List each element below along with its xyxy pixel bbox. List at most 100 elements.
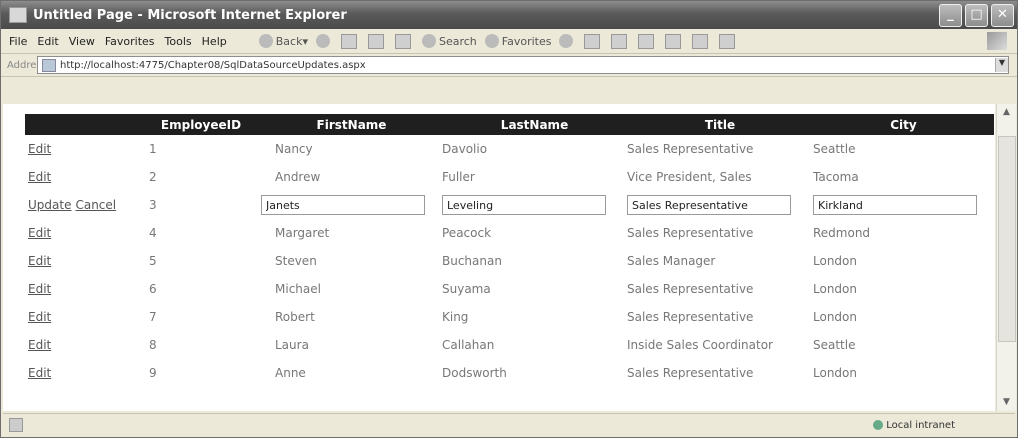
employeeid-cell: 5 [149, 254, 157, 268]
lastname-cell: King [442, 310, 469, 324]
discuss-button[interactable] [692, 33, 711, 49]
ie-page-icon [9, 7, 27, 23]
menu-view[interactable]: View [69, 35, 95, 48]
header-city: City [813, 114, 994, 135]
scroll-up-icon[interactable]: ▲ [997, 104, 1016, 121]
employeeid-cell: 9 [149, 366, 157, 380]
title-cell: Sales Representative [627, 366, 754, 380]
table-row: Edit 1 Nancy Davolio Sales Representativ… [25, 135, 994, 163]
edit-link[interactable]: Edit [28, 282, 51, 296]
employeeid-cell: 2 [149, 170, 157, 184]
firstname-cell: Andrew [275, 170, 321, 184]
edit-link[interactable]: Edit [28, 142, 51, 156]
status-bar: Local intranet [3, 413, 1015, 436]
title-edit-cell [627, 191, 813, 219]
lastname-cell: Callahan [442, 338, 495, 352]
edit-link[interactable]: Edit [28, 366, 51, 380]
row-actions: Edit [25, 275, 141, 303]
close-button[interactable]: ✕ [991, 3, 1014, 27]
firstname-cell: Margaret [275, 226, 330, 240]
firstname-input[interactable] [261, 195, 425, 215]
city-cell: London [813, 310, 857, 324]
windows-logo [987, 32, 1007, 50]
grid-header-row: EmployeeID FirstName LastName Title City [25, 114, 994, 135]
table-row: Edit 4 Margaret Peacock Sales Representa… [25, 219, 994, 247]
back-arrow-icon [258, 34, 273, 48]
mail-button[interactable] [611, 33, 630, 49]
print-icon [638, 33, 655, 49]
row-actions: Update Cancel [25, 191, 141, 219]
city-input[interactable] [813, 195, 977, 215]
city-cell: London [813, 254, 857, 268]
scroll-thumb[interactable] [998, 136, 1016, 342]
edit-link[interactable]: Edit [28, 170, 51, 184]
chevron-down-icon[interactable]: ▼ [995, 58, 1008, 72]
menu-favorites[interactable]: Favorites [105, 35, 155, 48]
minimize-button[interactable]: _ [939, 3, 962, 27]
history-icon [584, 33, 601, 49]
back-button[interactable]: Back ▾ [258, 34, 308, 48]
row-actions: Edit [25, 247, 141, 275]
header-actions [25, 114, 141, 135]
edit-link[interactable]: Edit [28, 310, 51, 324]
search-button[interactable]: Search [421, 34, 477, 48]
maximize-button[interactable]: □ [965, 3, 988, 27]
media-button[interactable] [559, 34, 576, 48]
edit-link[interactable]: Edit [28, 254, 51, 268]
lastname-cell: Suyama [442, 282, 491, 296]
row-actions: Edit [25, 219, 141, 247]
title-cell: Sales Representative [627, 142, 754, 156]
employees-gridview: EmployeeID FirstName LastName Title City… [25, 114, 994, 387]
page-icon [42, 58, 56, 72]
row-actions: Edit [25, 135, 141, 163]
edit-link[interactable]: Edit [28, 226, 51, 240]
city-cell: Redmond [813, 226, 871, 240]
stop-button[interactable] [340, 33, 360, 49]
media-icon [559, 34, 574, 48]
menu-help[interactable]: Help [202, 35, 227, 48]
update-link[interactable]: Update [28, 198, 71, 212]
title-cell: Sales Manager [627, 254, 716, 268]
edit-page-button[interactable] [665, 33, 684, 49]
employeeid-cell: 1 [149, 142, 157, 156]
title-cell: Sales Representative [627, 282, 754, 296]
messenger-icon [719, 33, 736, 49]
cancel-link[interactable]: Cancel [75, 198, 116, 212]
city-cell: Seattle [813, 338, 856, 352]
history-button[interactable] [584, 33, 603, 49]
table-row: Edit 5 Steven Buchanan Sales Manager Lon… [25, 247, 994, 275]
table-row: Edit 8 Laura Callahan Inside Sales Coord… [25, 331, 994, 359]
city-cell: Seattle [813, 142, 856, 156]
menu-tools[interactable]: Tools [165, 35, 192, 48]
lastname-input[interactable] [442, 195, 606, 215]
forward-button[interactable] [315, 34, 333, 48]
title-cell: Vice President, Sales [627, 170, 752, 184]
employeeid-cell: 7 [149, 310, 157, 324]
home-button[interactable] [394, 33, 414, 49]
lastname-cell: Peacock [442, 226, 492, 240]
refresh-icon [367, 33, 384, 49]
browser-window: Untitled Page - Microsoft Internet Explo… [0, 0, 1018, 438]
menu-edit[interactable]: Edit [37, 35, 58, 48]
print-button[interactable] [638, 33, 657, 49]
employeeid-cell: 3 [149, 198, 157, 212]
refresh-button[interactable] [367, 33, 387, 49]
header-firstname: FirstName [261, 114, 442, 135]
favorites-button[interactable]: Favorites [484, 34, 551, 48]
address-input[interactable]: http://localhost:4775/Chapter08/SqlDataS… [37, 56, 1009, 74]
title-cell: Sales Representative [627, 226, 754, 240]
scroll-down-icon[interactable]: ▼ [997, 394, 1016, 411]
title-cell: Inside Sales Coordinator [627, 338, 773, 352]
messenger-button[interactable] [719, 33, 738, 49]
title-bar: Untitled Page - Microsoft Internet Explo… [1, 1, 1017, 29]
menu-file[interactable]: File [9, 35, 27, 48]
page-status-icon [9, 418, 23, 432]
discuss-icon [692, 33, 709, 49]
title-input[interactable] [627, 195, 791, 215]
page-content: EmployeeID FirstName LastName Title City… [3, 104, 995, 411]
address-url: http://localhost:4775/Chapter08/SqlDataS… [60, 59, 366, 71]
edit-link[interactable]: Edit [28, 338, 51, 352]
employeeid-cell: 6 [149, 282, 157, 296]
row-actions: Edit [25, 359, 141, 387]
vertical-scrollbar[interactable]: ▲ ▼ [996, 104, 1016, 411]
